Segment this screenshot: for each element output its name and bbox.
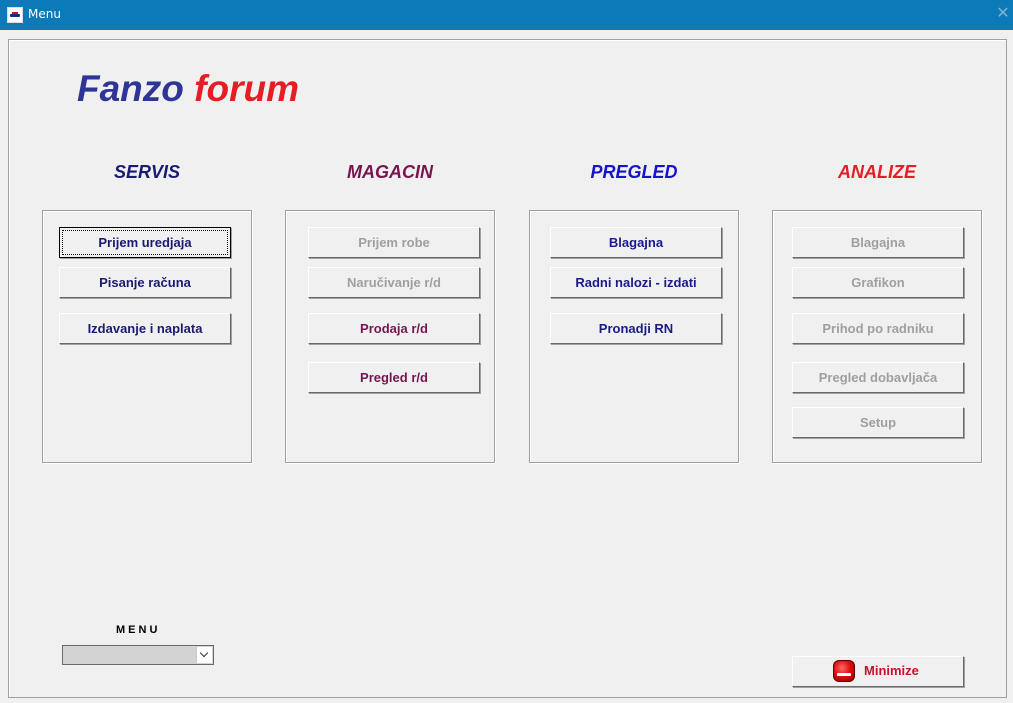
heading-pregled: PREGLED <box>590 162 678 182</box>
menu-label: MENU <box>116 624 161 636</box>
pregled-rd-button[interactable]: Pregled r/d <box>308 362 480 393</box>
brand-part1: Fanzo <box>77 68 184 109</box>
narucivanje-button[interactable]: Naručivanje r/d <box>308 267 480 298</box>
heading-magacin: MAGACIN <box>347 162 433 182</box>
group-magacin: Prijem robe Naručivanje r/d Prodaja r/d … <box>285 210 495 463</box>
minimize-icon <box>833 660 855 682</box>
blagajna-button[interactable]: Blagajna <box>550 227 722 258</box>
prodaja-button[interactable]: Prodaja r/d <box>308 313 480 344</box>
prihod-po-radniku-button[interactable]: Prihod po radniku <box>792 313 964 344</box>
chevron-down-icon[interactable] <box>196 647 212 663</box>
pronadji-rn-button[interactable]: Pronadji RN <box>550 313 722 344</box>
brand-part2: forum <box>194 68 299 109</box>
analize-blagajna-button[interactable]: Blagajna <box>792 227 964 258</box>
title-bar: Menu ✕ <box>0 0 1013 30</box>
setup-button[interactable]: Setup <box>792 407 964 438</box>
window-title: Menu <box>28 7 61 21</box>
radni-nalozi-button[interactable]: Radni nalozi - izdati <box>550 267 722 298</box>
group-pregled: Blagajna Radni nalozi - izdati Pronadji … <box>529 210 739 463</box>
pisanje-racuna-button[interactable]: Pisanje računa <box>59 267 231 298</box>
pregled-dobavljaca-button[interactable]: Pregled dobavljača <box>792 362 964 393</box>
prijem-uredjaja-button[interactable]: Prijem uredjaja <box>59 227 231 258</box>
grafikon-button[interactable]: Grafikon <box>792 267 964 298</box>
prijem-robe-button[interactable]: Prijem robe <box>308 227 480 258</box>
heading-analize: ANALIZE <box>838 162 916 182</box>
izdavanje-i-naplata-button[interactable]: Izdavanje i naplata <box>59 313 231 344</box>
minimize-button[interactable]: Minimize <box>792 656 964 687</box>
minimize-label: Minimize <box>864 663 919 678</box>
menu-dropdown[interactable] <box>62 645 214 665</box>
brand-logo: Fanzo forum <box>77 68 299 110</box>
group-analize: Blagajna Grafikon Prihod po radniku Preg… <box>772 210 982 463</box>
group-servis: Prijem uredjaja Pisanje računa Izdavanje… <box>42 210 252 463</box>
app-icon[interactable] <box>7 7 23 23</box>
close-icon[interactable]: ✕ <box>994 5 1012 23</box>
heading-servis: SERVIS <box>113 162 181 182</box>
